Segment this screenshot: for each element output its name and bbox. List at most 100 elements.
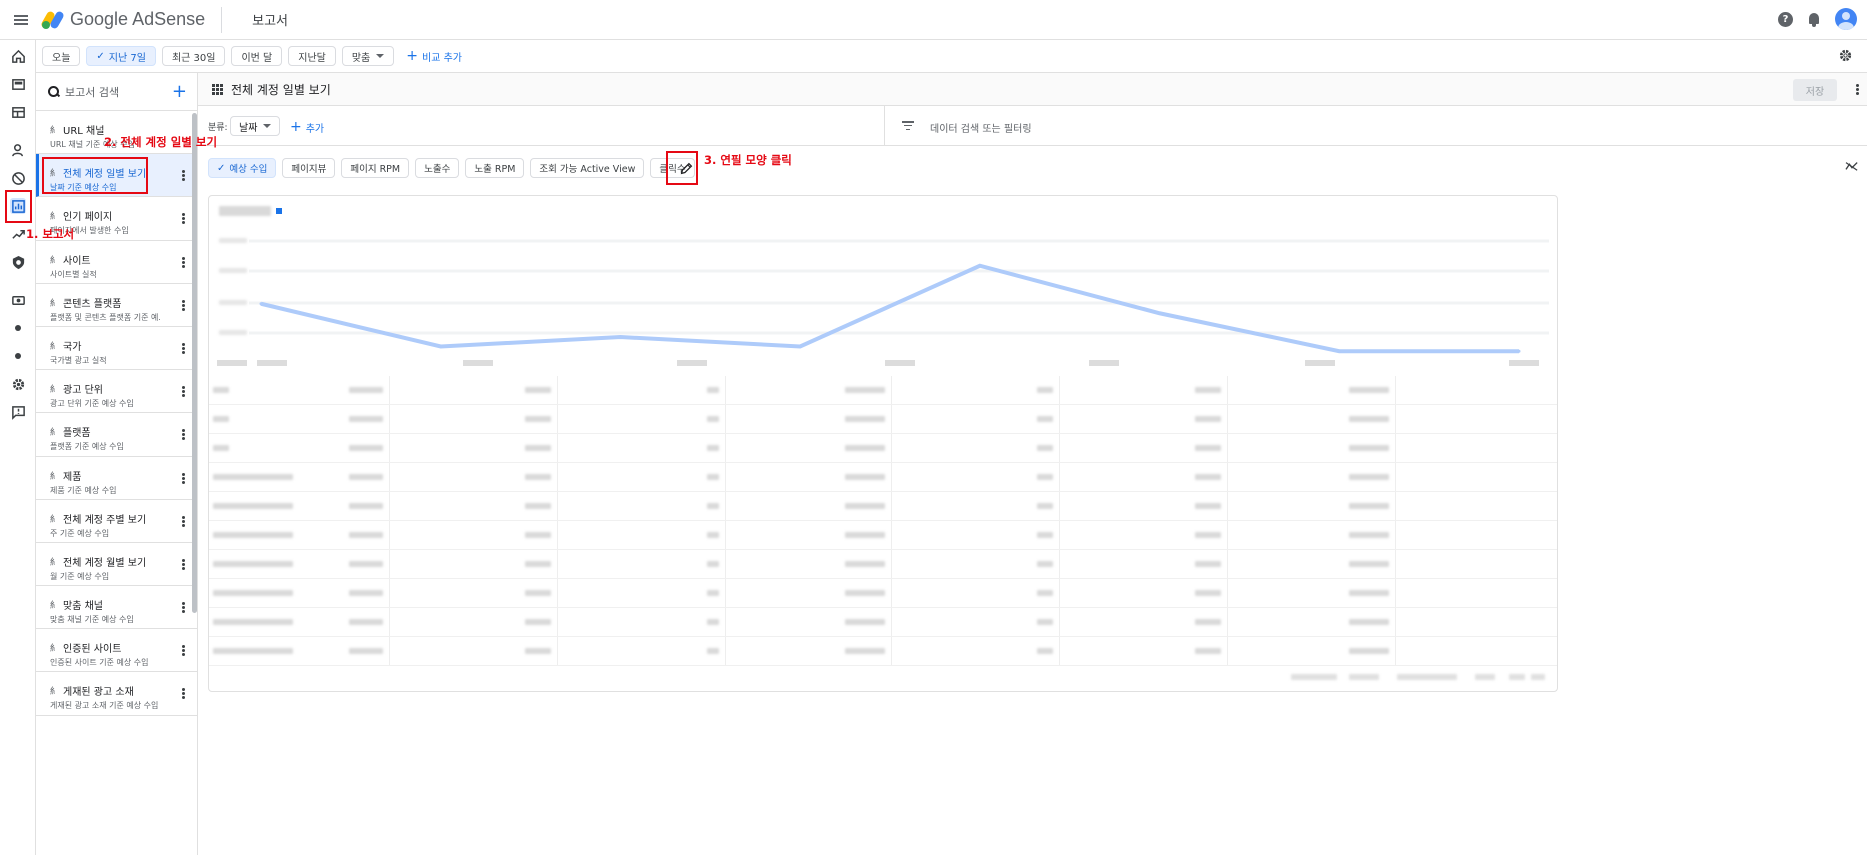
- add-report-button[interactable]: +: [172, 81, 187, 102]
- report-item[interactable]: ⺯ 전체 계정 주별 보기 주 기준 예상 수입: [36, 500, 197, 543]
- trending-icon[interactable]: [10, 226, 26, 242]
- report-list-scrollbar[interactable]: [192, 113, 197, 613]
- save-button[interactable]: 저장: [1793, 79, 1837, 101]
- rail-dot-1[interactable]: [10, 320, 26, 336]
- report-item[interactable]: ⺯ 플랫폼 플랫폼 기준 예상 수입: [36, 413, 197, 457]
- date-chip-last-30-days[interactable]: 최근 30일: [161, 46, 226, 66]
- trend-icon[interactable]: [1845, 160, 1859, 175]
- cell-blurred: [1037, 445, 1053, 451]
- pagination-blurred[interactable]: [1475, 674, 1495, 680]
- feedback-icon[interactable]: [10, 404, 26, 420]
- report-item-subtitle: 플랫폼 기준 예상 수입: [50, 442, 124, 452]
- report-item[interactable]: ⺯ 게재된 광고 소재 게재된 광고 소재 기준 예상 수입: [36, 672, 197, 716]
- report-item-title: ⺯ 전체 계정 주별 보기: [50, 511, 197, 526]
- adsense-logo[interactable]: Google AdSense: [40, 9, 205, 30]
- report-search[interactable]: 보고서 검색 +: [36, 73, 197, 111]
- report-item-label: 플랫폼: [63, 428, 91, 440]
- block-icon[interactable]: [10, 170, 26, 186]
- add-comparison-button[interactable]: + 비교 추가: [406, 48, 462, 64]
- report-item-subtitle: 게재된 광고 소재 기준 예상 수입: [50, 701, 159, 711]
- cell-blurred: [1195, 619, 1221, 625]
- more-vert-icon[interactable]: [182, 645, 185, 657]
- metric-chip[interactable]: 조회 가능 Active View: [530, 158, 645, 178]
- report-item[interactable]: ⺯ 광고 단위 광고 단위 기준 예상 수입: [36, 370, 197, 414]
- pagination-blurred[interactable]: [1291, 674, 1337, 680]
- report-item-label: 사이트: [63, 255, 91, 267]
- more-vert-icon[interactable]: [182, 688, 185, 700]
- more-vert-icon[interactable]: [182, 386, 185, 398]
- cell-blurred: [525, 445, 551, 451]
- date-chip-last-7-days[interactable]: ✓ 지난 7일: [86, 46, 156, 66]
- report-item[interactable]: ⺯ 전체 계정 월별 보기 월 기준 예상 수입: [36, 543, 197, 587]
- metric-chip[interactable]: ✓ 예상 수입: [208, 158, 277, 178]
- more-vert-icon[interactable]: [182, 429, 185, 441]
- rail-dot-2[interactable]: [10, 348, 26, 364]
- cell-blurred: [349, 532, 383, 538]
- cell-blurred: [845, 561, 885, 567]
- report-item[interactable]: ⺯ 콘텐츠 플랫폼 플랫폼 및 콘텐츠 플랫폼 기준 예...: [36, 284, 197, 327]
- home-icon[interactable]: [10, 48, 26, 64]
- metric-chip[interactable]: 노출수: [415, 158, 460, 178]
- notifications-icon[interactable]: [1807, 12, 1821, 27]
- pagination-blurred[interactable]: [1531, 674, 1545, 680]
- more-vert-icon[interactable]: [182, 256, 185, 268]
- more-vert-icon[interactable]: [182, 472, 185, 484]
- report-item[interactable]: ⺯ 사이트 사이트별 실적: [36, 241, 197, 284]
- more-vert-icon[interactable]: [182, 558, 185, 570]
- pagination-blurred[interactable]: [1397, 674, 1457, 680]
- cell-blurred: [525, 416, 551, 422]
- cell-blurred: [707, 532, 719, 538]
- filter-input[interactable]: 데이터 검색 또는 필터링: [930, 120, 1032, 135]
- report-item-title: ⺯ 국가: [50, 338, 197, 353]
- more-vert-icon[interactable]: [182, 170, 185, 182]
- pagination-blurred[interactable]: [1349, 674, 1379, 680]
- date-chip-custom[interactable]: 맞춤: [341, 46, 395, 66]
- more-vert-icon[interactable]: [182, 515, 185, 527]
- report-item-title: ⺯ 사이트: [50, 252, 197, 267]
- report-item-title: ⺯ 콘텐츠 플랫폼: [50, 295, 197, 310]
- search-placeholder: 보고서 검색: [65, 85, 120, 99]
- report-item[interactable]: ⺯ 제품 제품 기준 예상 수입: [36, 457, 197, 500]
- more-vert-icon[interactable]: [1856, 84, 1859, 95]
- gear-icon[interactable]: [1838, 48, 1853, 66]
- payments-icon[interactable]: [10, 292, 26, 308]
- more-vert-icon[interactable]: [182, 299, 185, 311]
- menu-icon[interactable]: [14, 14, 28, 25]
- cell-blurred: [525, 619, 551, 625]
- report-item[interactable]: ⺯ 맞춤 채널 맞춤 채널 기준 예상 수입: [36, 586, 197, 630]
- x-tick-blurred: [1305, 360, 1335, 366]
- nav-rail: [0, 40, 36, 855]
- report-item[interactable]: ⺯ 인증된 사이트 인증된 사이트 기준 예상 수입: [36, 629, 197, 673]
- content-icon[interactable]: [10, 104, 26, 120]
- avatar[interactable]: [1835, 8, 1857, 30]
- metric-chip[interactable]: 페이지뷰: [282, 158, 336, 178]
- more-vert-icon[interactable]: [182, 213, 185, 225]
- add-breakdown-button[interactable]: + 추가: [290, 119, 324, 135]
- metric-chip[interactable]: 노출 RPM: [465, 158, 525, 178]
- compare-label: 비교 추가: [422, 52, 462, 64]
- report-item[interactable]: ⺯ 국가 국가별 광고 실적: [36, 327, 197, 371]
- report-item-title: ⺯ 전체 계정 월별 보기: [50, 554, 197, 569]
- more-vert-icon[interactable]: [182, 342, 185, 354]
- help-icon[interactable]: ?: [1778, 11, 1793, 27]
- table-row: [209, 434, 1557, 463]
- policy-icon[interactable]: [10, 254, 26, 270]
- sparkline-icon: ⺯: [50, 644, 60, 655]
- breakdown-dropdown[interactable]: 날짜: [230, 116, 281, 136]
- metric-chip[interactable]: 페이지 RPM: [341, 158, 410, 178]
- cell-blurred: [1037, 532, 1053, 538]
- filter-icon[interactable]: [902, 121, 914, 130]
- cell-blurred: [525, 648, 551, 654]
- date-chip-today[interactable]: 오늘: [42, 46, 81, 66]
- more-vert-icon[interactable]: [182, 602, 185, 614]
- pagination-blurred[interactable]: [1509, 674, 1525, 680]
- sparkline-icon: ⺯: [50, 126, 60, 136]
- privacy-icon[interactable]: [10, 142, 26, 158]
- date-chip-last-month[interactable]: 지난달: [288, 46, 336, 66]
- date-chip-this-month[interactable]: 이번 달: [231, 46, 283, 66]
- apps-grid-icon[interactable]: [212, 83, 223, 95]
- ads-icon[interactable]: [10, 76, 26, 92]
- report-item-label: URL 채널: [63, 126, 105, 137]
- settings-icon[interactable]: [10, 376, 26, 392]
- cell-blurred: [845, 532, 885, 538]
